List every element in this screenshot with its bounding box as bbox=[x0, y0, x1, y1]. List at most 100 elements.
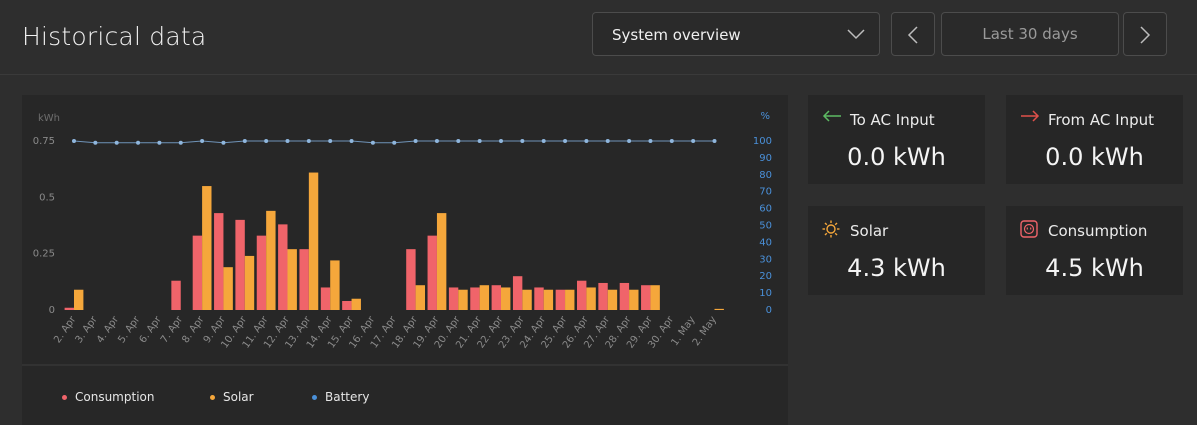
battery-point bbox=[563, 139, 568, 143]
battery-point bbox=[221, 140, 226, 145]
battery-point bbox=[520, 139, 525, 143]
solar-label: Solar bbox=[850, 222, 889, 240]
header-bar: Historical data System overview Last 30 … bbox=[0, 0, 1197, 75]
y-tick-label: 0 bbox=[49, 305, 55, 316]
solar-bar bbox=[522, 289, 532, 310]
next-period-button[interactable] bbox=[1123, 12, 1167, 56]
chart-panel: kWh % 0 0.25 0.5 0.75 0 10 20 30 40 50 60 70 80 90 10… bbox=[22, 95, 788, 425]
date-range-label: Last 30 days bbox=[941, 12, 1119, 56]
y2-tick-label: 10 bbox=[759, 288, 772, 299]
battery-point bbox=[499, 139, 503, 143]
prev-period-button[interactable] bbox=[891, 12, 935, 56]
from-ac-input-value: 0.0 kWh bbox=[1045, 143, 1144, 171]
solar-bar bbox=[543, 289, 554, 310]
solar-value: 4.3 kWh bbox=[847, 254, 946, 282]
battery-point bbox=[178, 140, 183, 145]
y2-tick-label: 80 bbox=[759, 170, 772, 181]
consumption-bar bbox=[235, 219, 245, 310]
solar-bar bbox=[223, 267, 233, 310]
to-ac-input-label: To AC Input bbox=[850, 111, 935, 129]
battery-point bbox=[541, 139, 546, 143]
arrow-left-icon bbox=[822, 110, 841, 122]
solar-bar bbox=[501, 287, 511, 310]
consumption-bar bbox=[448, 287, 459, 310]
solar-bar bbox=[244, 255, 255, 310]
consumption-bar bbox=[171, 280, 181, 310]
solar-bar bbox=[415, 285, 425, 310]
y2-tick-label: 100 bbox=[753, 136, 772, 147]
legend-item-solar[interactable]: Solar bbox=[210, 390, 254, 404]
solar-bar bbox=[308, 172, 319, 310]
y2-tick-label: 90 bbox=[759, 153, 772, 164]
legend-consumption-label: Consumption bbox=[75, 390, 155, 404]
solar-bar bbox=[287, 249, 297, 310]
solar-bar bbox=[479, 285, 490, 310]
view-select-value: System overview bbox=[612, 26, 741, 44]
consumption-bar bbox=[555, 289, 566, 310]
consumption-bar bbox=[619, 282, 630, 310]
y2-tick-label: 50 bbox=[759, 221, 772, 232]
y2-tick-label: 40 bbox=[759, 237, 772, 248]
chevron-left-icon bbox=[907, 26, 918, 44]
battery-point bbox=[328, 139, 333, 143]
battery-point bbox=[114, 140, 119, 145]
solar-bar bbox=[565, 289, 575, 310]
consumption-bar bbox=[641, 285, 651, 310]
solar-card: Solar 4.3 kWh bbox=[808, 206, 985, 295]
consumption-bar bbox=[64, 307, 74, 310]
consumption-legend-dot bbox=[62, 395, 67, 400]
battery-point bbox=[136, 140, 141, 145]
battery-point bbox=[712, 139, 717, 143]
battery-point bbox=[242, 139, 247, 143]
battery-point bbox=[691, 139, 696, 143]
view-select[interactable]: System overview bbox=[592, 12, 880, 56]
consumption-bar bbox=[577, 280, 587, 310]
consumption-bar bbox=[320, 287, 331, 310]
y-tick-label: 0.75 bbox=[33, 136, 55, 147]
solar-bar bbox=[436, 213, 447, 310]
consumption-value: 4.5 kWh bbox=[1045, 254, 1144, 282]
battery-point bbox=[200, 139, 205, 143]
legend-item-battery[interactable]: Battery bbox=[312, 390, 369, 404]
page-title: Historical data bbox=[22, 22, 207, 51]
y-tick-label: 0.5 bbox=[39, 192, 55, 203]
consumption-label: Consumption bbox=[1048, 222, 1148, 240]
y2-tick-label: 70 bbox=[759, 187, 772, 198]
battery-point bbox=[370, 140, 375, 145]
consumption-bar bbox=[598, 282, 608, 310]
consumption-bar bbox=[512, 276, 523, 310]
battery-point bbox=[306, 139, 311, 143]
from-ac-input-label: From AC Input bbox=[1048, 111, 1155, 129]
battery-point bbox=[669, 139, 674, 143]
legend-item-consumption[interactable]: Consumption bbox=[62, 390, 154, 404]
consumption-bar bbox=[470, 287, 480, 310]
y2-axis-label: % bbox=[760, 111, 770, 122]
consumption-bar bbox=[342, 300, 352, 310]
battery-point bbox=[413, 139, 418, 143]
battery-point bbox=[584, 139, 589, 143]
solar-bar bbox=[586, 287, 596, 310]
consumption-bar bbox=[491, 285, 501, 310]
solar-bar bbox=[351, 298, 361, 310]
solar-bar bbox=[714, 308, 724, 310]
solar-bar bbox=[74, 289, 84, 310]
solar-bar bbox=[458, 289, 468, 310]
consumption-card: Consumption 4.5 kWh bbox=[1006, 206, 1183, 295]
battery-point bbox=[434, 139, 439, 143]
battery-point bbox=[605, 139, 610, 143]
consumption-bar bbox=[534, 287, 544, 310]
solar-bar bbox=[629, 289, 639, 310]
solar-bar bbox=[266, 210, 276, 310]
arrow-right-icon bbox=[1021, 110, 1040, 122]
y2-tick-label: 30 bbox=[759, 254, 772, 265]
consumption-bar bbox=[192, 235, 203, 310]
y-axis-label: kWh bbox=[38, 113, 60, 124]
battery-point bbox=[264, 139, 269, 143]
history-chart: kWh % 0 0.25 0.5 0.75 0 10 20 30 40 50 60 70 80 90 10… bbox=[22, 111, 788, 366]
battery-point bbox=[349, 139, 354, 143]
solar-bar bbox=[650, 285, 660, 310]
y2-tick-label: 60 bbox=[759, 204, 772, 215]
solar-legend-dot bbox=[210, 395, 215, 400]
from-ac-input-card: From AC Input 0.0 kWh bbox=[1006, 95, 1183, 184]
to-ac-input-card: To AC Input 0.0 kWh bbox=[808, 95, 985, 184]
